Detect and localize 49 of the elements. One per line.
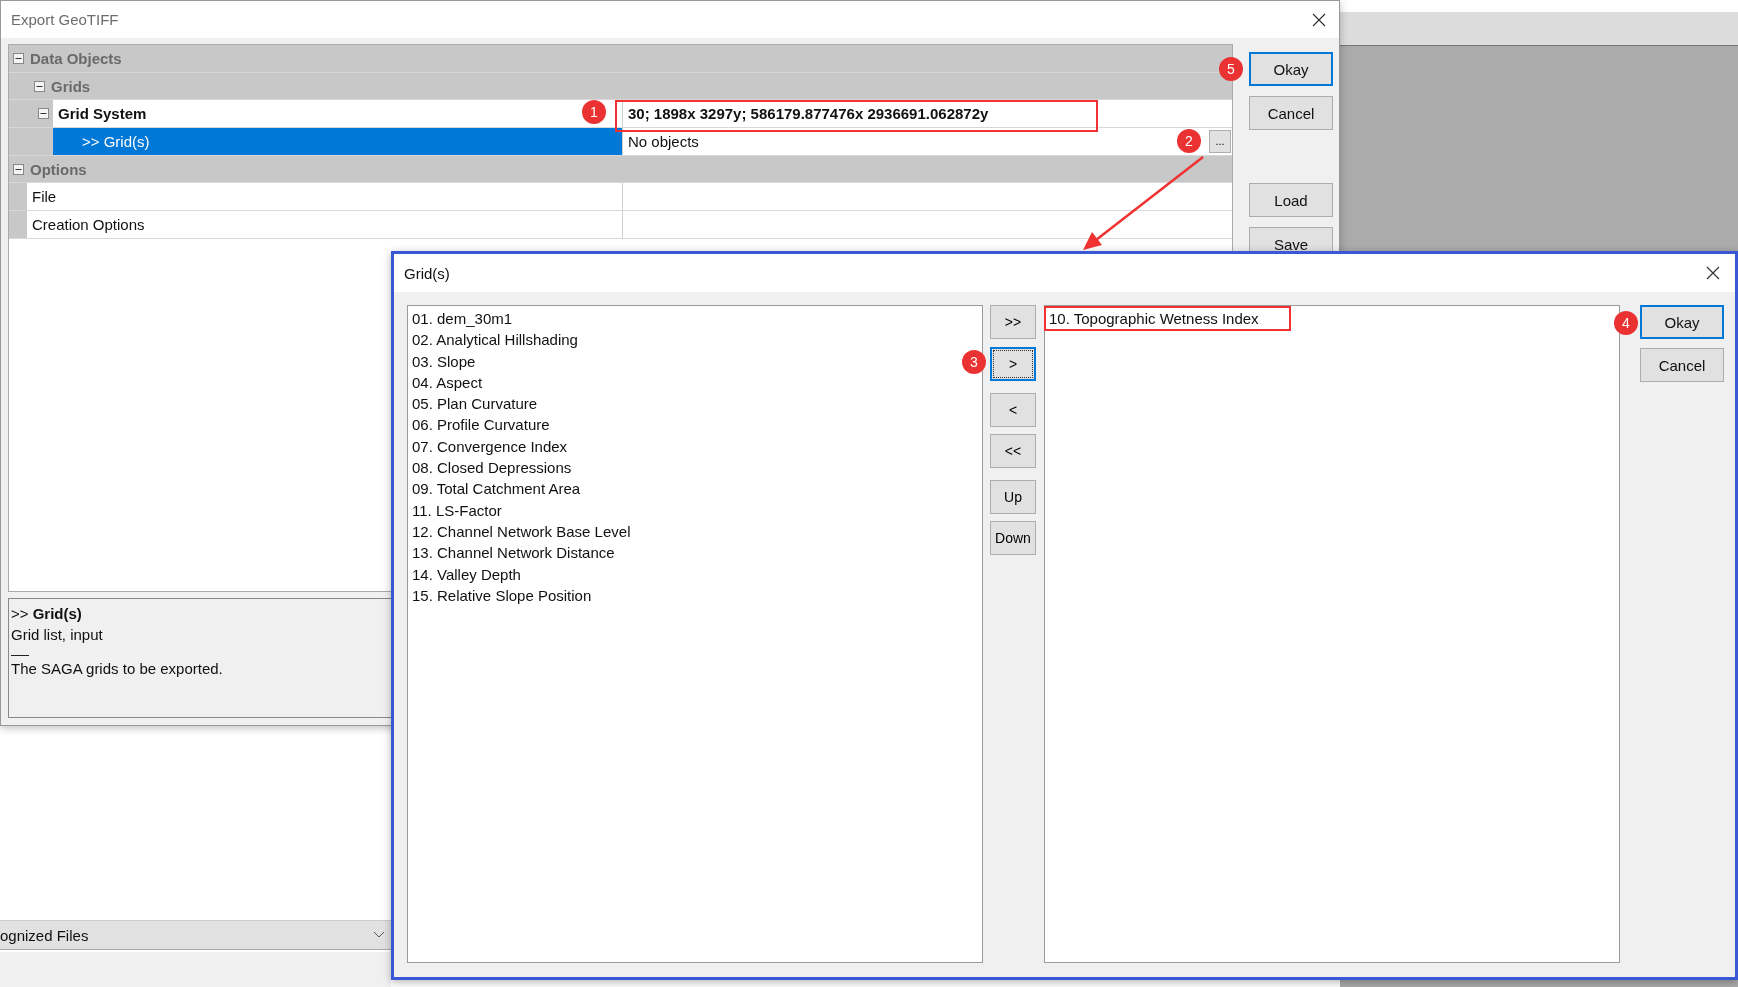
move-button[interactable]: >> (990, 305, 1036, 339)
move-button[interactable]: > (990, 347, 1036, 381)
description-text: The SAGA grids to be exported. (11, 660, 224, 677)
list-item[interactable]: 04. Aspect (411, 371, 484, 394)
dialog-button[interactable]: Okay (1640, 305, 1724, 339)
list-item[interactable]: 03. Slope (411, 350, 477, 372)
move-button[interactable]: < (990, 393, 1036, 427)
dialog-button[interactable]: Load (1249, 183, 1333, 217)
list-item[interactable]: 02. Analytical Hillshading (411, 329, 579, 351)
description-type: Grid list, input (11, 626, 104, 643)
list-item[interactable]: 05. Plan Curvature (411, 393, 539, 415)
file-type-dropdown[interactable]: ognized Files (0, 920, 391, 950)
chevron-icon (373, 931, 385, 939)
collapse-icon[interactable] (38, 108, 49, 120)
list-item[interactable]: 15. Relative Slope Position (411, 584, 593, 607)
collapse-icon[interactable] (34, 80, 45, 92)
move-button[interactable]: << (990, 434, 1036, 468)
property-name[interactable]: >> Grid(s) (53, 128, 623, 155)
list-item[interactable]: 11. LS-Factor (411, 499, 503, 521)
browse-button[interactable]: ... (1209, 129, 1231, 153)
dialog-button[interactable]: Cancel (1249, 96, 1333, 130)
property-name[interactable]: Creation Options (27, 211, 623, 238)
category-label: Grids (51, 77, 91, 95)
move-button[interactable]: Down (990, 521, 1036, 555)
description-title: >> Grid(s) (11, 605, 83, 622)
close-icon[interactable] (1311, 11, 1327, 28)
list-item[interactable]: 06. Profile Curvature (411, 414, 551, 436)
list-item[interactable]: 10. Topographic Wetness Index (1044, 306, 1291, 332)
list-item[interactable]: 12. Channel Network Base Level (411, 520, 632, 543)
list-item[interactable]: 08. Closed Depressions (411, 457, 573, 479)
category-label: Data Objects (30, 49, 122, 67)
collapse-icon[interactable] (13, 52, 24, 64)
dialog-button[interactable]: Cancel (1640, 348, 1724, 382)
row-gutter (9, 211, 27, 238)
property-value: No objects (628, 132, 699, 150)
move-button[interactable]: Up (990, 480, 1036, 514)
category-label: Options (30, 160, 87, 178)
list-item[interactable]: 13. Channel Network Distance (411, 542, 616, 564)
list-item[interactable]: 14. Valley Depth (411, 563, 522, 585)
window-title: Grid(s) (404, 264, 450, 282)
property-value: 30; 1898x 3297y; 586179.877476x 2936691.062872y (628, 105, 989, 123)
close-icon[interactable] (1705, 265, 1721, 281)
property-name[interactable]: File (27, 183, 623, 211)
window-title: Export GeoTIFF (11, 11, 119, 28)
list-item[interactable]: 09. Total Catchment Area (411, 478, 582, 500)
list-item[interactable]: 01. dem_30m1 (411, 308, 514, 330)
collapse-icon[interactable] (13, 163, 24, 175)
dialog-button[interactable]: Okay (1249, 52, 1333, 86)
list-item[interactable]: 07. Convergence Index (411, 435, 569, 458)
